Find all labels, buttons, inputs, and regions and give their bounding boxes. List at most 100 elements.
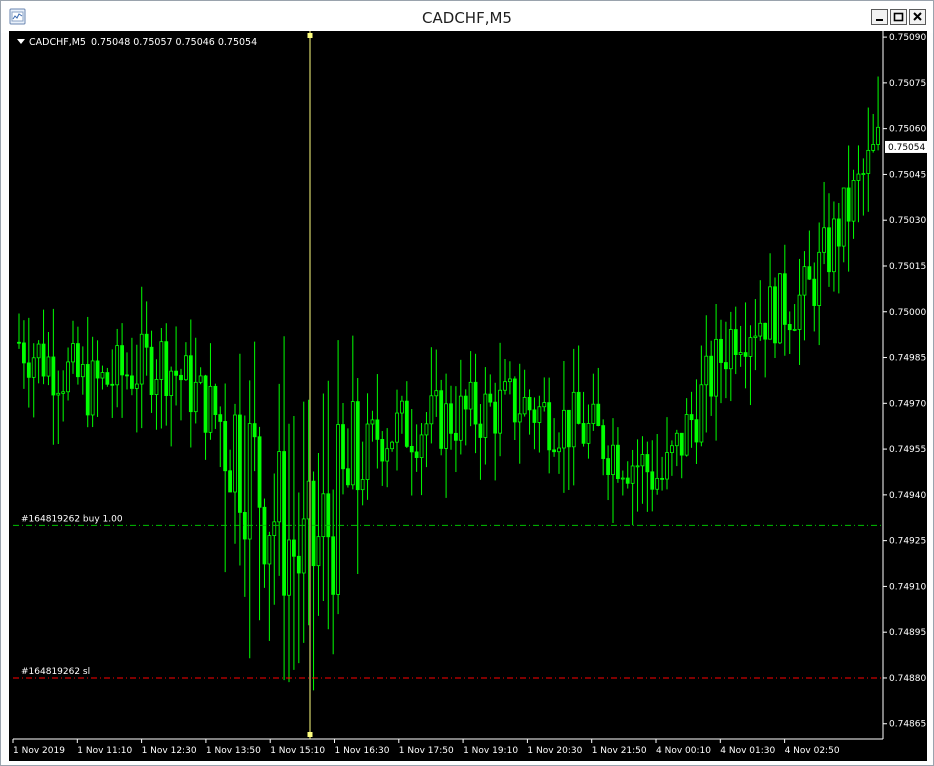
- candle-body: [699, 384, 704, 443]
- candle-body: [458, 395, 463, 441]
- candle-body: [498, 389, 502, 434]
- candle-body: [557, 447, 561, 453]
- price-label: 0.74865: [889, 720, 926, 730]
- candle-body: [670, 445, 674, 454]
- candle-body: [56, 392, 61, 396]
- candles-layer: [17, 76, 880, 691]
- candle-body: [542, 402, 547, 408]
- candle-body: [36, 343, 41, 359]
- candle-body: [640, 454, 645, 467]
- minimize-button[interactable]: [871, 9, 888, 25]
- candle-body: [179, 374, 183, 381]
- candle-body: [267, 535, 272, 565]
- candle-body: [503, 381, 507, 391]
- candle-body: [66, 361, 70, 393]
- candle-body: [22, 342, 26, 364]
- candle-body: [876, 126, 880, 145]
- candle-body: [213, 385, 218, 416]
- candle-body: [508, 378, 512, 383]
- candle-body: [537, 406, 542, 423]
- price-chart[interactable]: #164819262 buy 1.00 #164819262 sl 0.75090…: [9, 31, 927, 761]
- order-lines-layer: #164819262 buy 1.00 #164819262 sl: [13, 514, 883, 679]
- candle-body: [80, 364, 85, 378]
- chart-canvas[interactable]: #164819262 buy 1.00 #164819262 sl 0.75090…: [9, 31, 927, 761]
- time-label: 1 Nov 21:50: [592, 746, 647, 756]
- close-button[interactable]: [909, 9, 926, 25]
- title-bar[interactable]: CADCHF,M5: [1, 1, 933, 33]
- price-label: 0.74940: [889, 491, 926, 501]
- candle-body: [277, 451, 282, 523]
- candle-body: [792, 329, 797, 331]
- candle-body: [365, 423, 370, 480]
- candle-body: [763, 322, 768, 340]
- candle-body: [31, 357, 36, 378]
- candle-body: [635, 465, 640, 468]
- candle-body: [434, 390, 439, 397]
- candle-body: [100, 372, 105, 379]
- time-label: 1 Nov 11:10: [77, 746, 132, 756]
- candle-body: [429, 395, 434, 425]
- candle-body: [120, 345, 124, 376]
- candle-body: [620, 477, 625, 480]
- current-price-label: 0.75054: [888, 143, 925, 153]
- candle-body: [704, 355, 709, 386]
- candle-body: [282, 451, 286, 596]
- candle-body: [606, 458, 610, 475]
- candle-body: [797, 294, 802, 330]
- time-label: 1 Nov 2019: [13, 746, 65, 756]
- candle-body: [748, 337, 753, 357]
- candle-body: [773, 286, 777, 344]
- buy-order-label: #164819262 buy 1.00: [21, 514, 123, 524]
- candle-body: [758, 322, 763, 337]
- candle-body: [655, 477, 660, 490]
- candle-body: [728, 329, 733, 370]
- candle-body: [827, 227, 831, 273]
- candle-body: [218, 414, 223, 422]
- symbol-timeframe: CADCHF,M5: [29, 37, 86, 48]
- candle-body: [733, 329, 738, 355]
- candle-body: [547, 402, 552, 451]
- collapse-triangle-icon[interactable]: [17, 39, 25, 44]
- candle-body: [517, 413, 522, 423]
- candle-body: [110, 383, 115, 386]
- candle-body: [61, 391, 66, 394]
- candle-body: [473, 381, 478, 425]
- candle-body: [576, 391, 581, 424]
- candle-body: [488, 393, 493, 403]
- candle-body: [326, 493, 331, 538]
- candle-body: [552, 449, 556, 453]
- candle-body: [331, 536, 336, 595]
- price-label: 0.74925: [889, 537, 926, 547]
- candle-body: [360, 479, 365, 491]
- candle-body: [414, 451, 419, 458]
- candle-body: [233, 414, 237, 493]
- price-label: 0.75075: [889, 79, 926, 89]
- candle-body: [164, 341, 169, 396]
- candle-body: [493, 401, 498, 434]
- candle-body: [856, 173, 861, 181]
- maximize-button[interactable]: [890, 9, 907, 25]
- candle-body: [817, 251, 822, 306]
- candle-body: [404, 400, 409, 447]
- candle-body: [51, 356, 56, 396]
- candle-body: [674, 432, 679, 447]
- candle-body: [684, 414, 689, 456]
- candle-body: [822, 227, 826, 253]
- candle-body: [193, 381, 198, 413]
- candle-body: [71, 343, 75, 363]
- candle-body: [130, 375, 134, 389]
- candle-body: [611, 444, 615, 475]
- ohlc-low: 0.75046: [175, 37, 215, 48]
- candle-body: [26, 362, 31, 378]
- candle-body: [807, 266, 812, 280]
- candle-body: [724, 362, 728, 370]
- window-title: CADCHF,M5: [422, 9, 512, 27]
- candle-body: [478, 423, 483, 438]
- time-label: 4 Nov 02:50: [785, 746, 840, 756]
- maximize-icon: [893, 12, 904, 22]
- candle-body: [17, 341, 21, 344]
- candle-body: [198, 375, 203, 383]
- candle-body: [390, 441, 394, 450]
- candle-body: [139, 333, 144, 385]
- candle-body: [149, 346, 154, 396]
